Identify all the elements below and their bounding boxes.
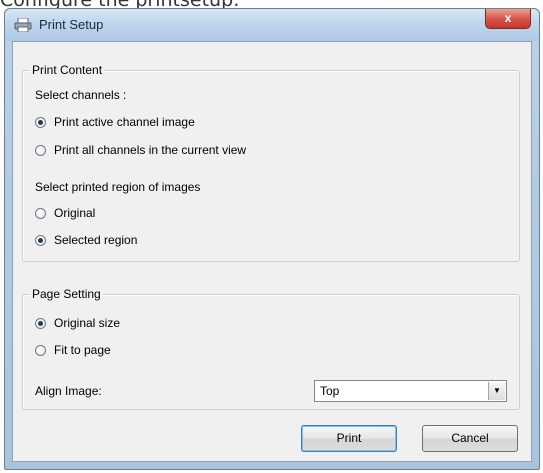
chevron-down-icon[interactable]: ▼: [488, 382, 505, 400]
cancel-button[interactable]: Cancel: [422, 425, 518, 452]
align-image-select[interactable]: Top ▼: [314, 380, 507, 402]
radio-button[interactable]: [35, 207, 46, 219]
radio-print-all-channels[interactable]: Print all channels in the current view: [35, 143, 246, 157]
title-bar[interactable]: Print Setup x: [5, 9, 539, 41]
radio-label: Selected region: [54, 233, 138, 247]
radio-button[interactable]: [35, 344, 46, 356]
select-channels-label: Select channels :: [35, 88, 127, 102]
radio-label: Original: [54, 206, 96, 220]
window-title: Print Setup: [39, 17, 104, 32]
close-button[interactable]: x: [485, 9, 531, 29]
radio-label: Print all channels in the current view: [54, 143, 247, 157]
print-button[interactable]: Print: [301, 425, 397, 452]
radio-fit-to-page[interactable]: Fit to page: [35, 343, 111, 357]
radio-label: Original size: [54, 316, 121, 330]
radio-button-selected[interactable]: [35, 116, 46, 128]
align-image-value: Top: [320, 384, 340, 398]
select-region-label: Select printed region of images: [35, 180, 201, 194]
radio-button-selected[interactable]: [35, 317, 46, 329]
print-setup-dialog: Print Setup x Print Content Select chann…: [4, 8, 540, 470]
radio-print-active-channel[interactable]: Print active channel image: [35, 115, 195, 129]
print-content-group-title: Print Content: [30, 63, 105, 77]
printer-icon: [14, 18, 32, 32]
dialog-client-area: Print Content Select channels : Print ac…: [12, 41, 532, 462]
radio-label: Fit to page: [54, 343, 111, 357]
radio-region-selected[interactable]: Selected region: [35, 233, 137, 247]
radio-button[interactable]: [35, 144, 46, 156]
radio-original-size[interactable]: Original size: [35, 316, 120, 330]
radio-label: Print active channel image: [54, 115, 195, 129]
radio-button-selected[interactable]: [35, 234, 46, 246]
align-image-label: Align Image:: [35, 384, 102, 398]
radio-region-original[interactable]: Original: [35, 206, 95, 220]
page-setting-group-title: Page Setting: [30, 287, 103, 301]
